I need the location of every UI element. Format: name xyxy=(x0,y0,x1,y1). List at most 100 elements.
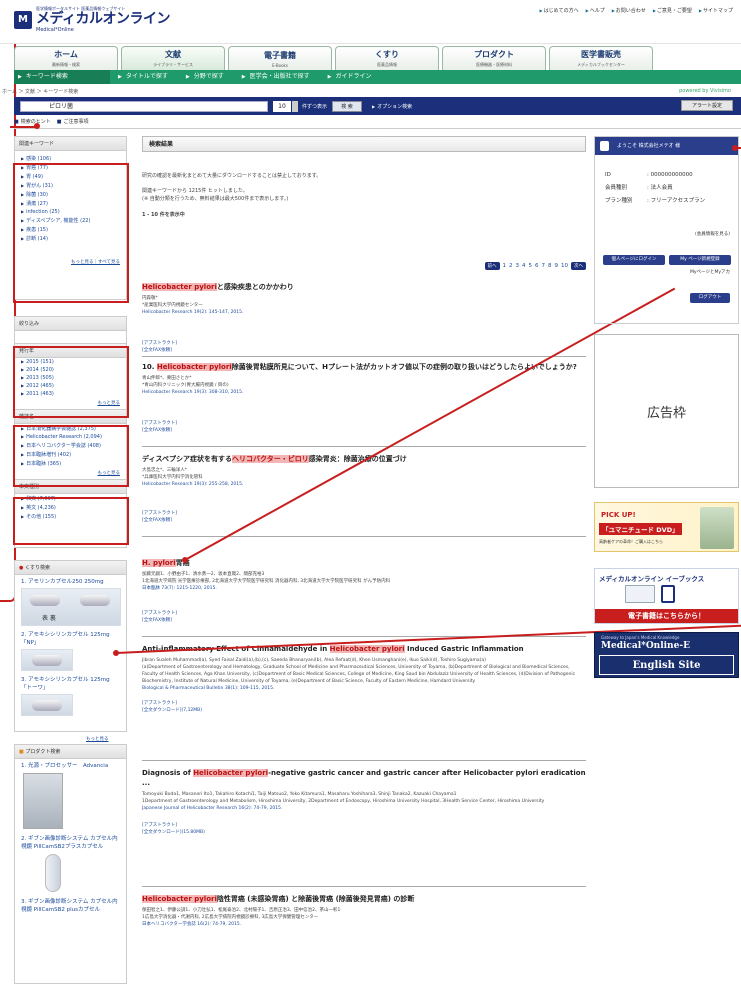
subnav-title[interactable]: タイトルで探す xyxy=(110,70,178,84)
abstract-link[interactable]: [アブストラクト] xyxy=(142,822,586,829)
product-image[interactable] xyxy=(23,773,63,829)
tab-literature[interactable]: 文献 ライブラリ・サービス xyxy=(121,46,225,70)
capsule-icon[interactable] xyxy=(45,854,61,892)
download-link[interactable]: [全文ダウンロード](7,12MB) xyxy=(142,707,586,714)
page-link[interactable]: 5 xyxy=(529,263,533,269)
result-title[interactable]: Diagnosis of Helicobacter pylori-negativ… xyxy=(142,768,586,788)
lock-icon xyxy=(600,141,609,151)
drug-item-name[interactable]: 3. アモキシシリンカプセル 125mg「トーワ」 xyxy=(15,673,126,692)
page-link[interactable]: 3 xyxy=(516,263,520,269)
page-link[interactable]: 6 xyxy=(535,263,539,269)
top-link-sitemap[interactable]: サイトマップ xyxy=(699,7,733,14)
logout-button[interactable]: ログアウト xyxy=(690,293,730,303)
result-source[interactable]: Helicobacter Research 19(2): 145-147, 20… xyxy=(142,309,586,316)
subnav-guideline[interactable]: ガイドライン xyxy=(320,70,382,84)
result-source[interactable]: Japanese Journal of Helicobacter Researc… xyxy=(142,805,586,812)
subnav-keyword[interactable]: キーワード検索 xyxy=(14,70,110,84)
fax-request-link[interactable]: [全文FAX依頼] xyxy=(142,617,586,624)
result-item: H. pylori胃癌 加藤元嗣1、小野由子1、清水勇一2、坂本直哉2、間部克裕… xyxy=(142,558,586,624)
top-link-guide[interactable]: はじめての方へ xyxy=(540,7,579,14)
download-link[interactable]: [全文ダウンロード](15.80MB) xyxy=(142,829,586,836)
per-page-select[interactable]: 10 xyxy=(273,100,291,112)
result-title[interactable]: 10. Helicobacter pylori除菌後胃粘膜所見について、Hプレー… xyxy=(142,362,586,372)
result-source[interactable]: Biological & Pharmaceutical Bulletin 38(… xyxy=(142,685,586,692)
result-item: Helicobacter pyloriと感染疾患とのかかわり 円森敬* *産業医… xyxy=(142,282,586,354)
personal-login-button[interactable]: 個人ページにログイン xyxy=(603,255,665,265)
site-logo[interactable]: M 医学情報ポータルサイト 医薬品情報ウェブサイト メディカルオンライン Med… xyxy=(14,6,171,33)
subnav-society[interactable]: 医学会・出版社で探す xyxy=(234,70,320,84)
top-link-help[interactable]: ヘルプ xyxy=(586,7,605,14)
annotation-box-journals xyxy=(13,425,129,487)
fax-request-link[interactable]: [全文FAX依頼] xyxy=(142,347,586,354)
alert-settings-button[interactable]: アラート設定 xyxy=(681,100,733,111)
product-item-name[interactable]: 3. ギブン画像診断システム カプセル内視鏡 PillCamSB2 plusカプ… xyxy=(15,895,126,914)
divider xyxy=(142,760,586,761)
ad-slot[interactable]: 広告枠 xyxy=(594,334,739,488)
page-link[interactable]: 1 xyxy=(503,263,507,269)
member-row: 会員種別: 法人会員 xyxy=(605,185,673,191)
results-summary-note: (※ 自動分類を行うため、無料結果は最大500件まで表示します。) xyxy=(142,196,289,202)
english-site-banner[interactable]: Gateway to Japan's Medical Knowledge Med… xyxy=(594,632,739,678)
tab-ebooks[interactable]: 電子書籍 E-Books xyxy=(228,46,332,70)
top-link-contact[interactable]: お問い合わせ xyxy=(612,7,646,14)
drug-item-name[interactable]: 2. アモキシシリンカプセル 125mg「NP」 xyxy=(15,628,126,647)
search-hint-link[interactable]: 検索のヒント xyxy=(14,118,51,125)
page-link[interactable]: 9 xyxy=(555,263,559,269)
page-link[interactable]: 8 xyxy=(548,263,552,269)
yumanitude-sub: 高齢者ケアの革命！ご購入はこちら xyxy=(599,539,663,544)
results-note: 研究の確認を最新化まとめて大量にダウンロードすることは禁止しております。 xyxy=(142,173,322,179)
abstract-link[interactable]: [アブストラクト] xyxy=(142,340,586,347)
result-title[interactable]: Helicobacter pylori陰性胃癌 (未感染胃癌) と除菌後胃癌 (… xyxy=(142,894,586,904)
member-detail-link[interactable]: (会員情報を見る) xyxy=(695,231,730,237)
abstract-link[interactable]: [アブストラクト] xyxy=(142,610,586,617)
tab-products[interactable]: プロダクト 医療機器・医療材料 xyxy=(442,46,546,70)
tab-home[interactable]: ホーム 最新情報・検索 xyxy=(14,46,118,70)
page-link[interactable]: 2 xyxy=(509,263,513,269)
caution-link[interactable]: ご注意事項 xyxy=(57,118,88,125)
abstract-link[interactable]: [アブストラクト] xyxy=(142,700,586,707)
top-link-feedback[interactable]: ご意見・ご要望 xyxy=(653,7,692,14)
fax-request-link[interactable]: [全文FAX依頼] xyxy=(142,517,586,524)
pagination: 前へ 1 2 3 4 5 6 7 8 9 10 次へ xyxy=(484,262,586,270)
subnav-field[interactable]: 分野で探す xyxy=(178,70,234,84)
abstract-link[interactable]: [アブストラクト] xyxy=(142,510,586,517)
next-page-button[interactable]: 次へ xyxy=(571,262,586,270)
page-link[interactable]: 10 xyxy=(561,263,568,269)
pickup-label: PICK UP! xyxy=(601,511,636,519)
search-button[interactable]: 検 索 xyxy=(332,100,363,112)
result-source[interactable]: 日本ヘリコバクター学会誌 16(2): 74-79, 2015. xyxy=(142,921,586,928)
tab-drugs[interactable]: くすり 医薬品情報 xyxy=(335,46,439,70)
fax-request-link[interactable]: [全文FAX依頼] xyxy=(142,427,586,434)
tab-bookstore[interactable]: 医学書販売 メディカルブックセンター xyxy=(549,46,653,70)
english-tagline: Gateway to Japan's Medical Knowledge xyxy=(601,635,680,640)
narrow-heading: 絞り込み xyxy=(15,317,126,331)
result-authors: Jibran Sualeh Muhammad(a), Syed Faisal Z… xyxy=(142,658,486,663)
drug-search-panel: ● くすり検索 1. アモリンカプセル250 250mg 表 裏 2. アモキシ… xyxy=(14,560,127,732)
result-item: Anti-inflammatory Effect of Cinnamaldehy… xyxy=(142,644,586,714)
page-link[interactable]: 4 xyxy=(522,263,526,269)
related-keyword-item[interactable]: 感染 (106) xyxy=(15,154,126,163)
drug-image[interactable] xyxy=(21,694,73,716)
search-input[interactable]: ピロリ菌 xyxy=(20,100,268,112)
product-item-name[interactable]: 2. ギブン画像診断システム カプセル内視鏡 PillCamSB2プラスカプセル xyxy=(15,832,126,851)
mypage-register-button[interactable]: My ページ新規登録 xyxy=(669,255,731,265)
divider xyxy=(142,356,586,357)
option-search-link[interactable]: オプション検索 xyxy=(372,103,412,110)
drug-item-name[interactable]: 1. アモリンカプセル250 250mg xyxy=(15,575,126,586)
abstract-link[interactable]: [アブストラクト] xyxy=(142,420,586,427)
result-source[interactable]: 日本臨牀 73(7): 1215-1220, 2015. xyxy=(142,585,586,592)
page-link[interactable]: 7 xyxy=(542,263,546,269)
result-source[interactable]: Helicobacter Research 19(3): 255-258, 20… xyxy=(142,481,586,488)
prev-page-button[interactable]: 前へ xyxy=(484,262,500,270)
per-page-arrow-icon[interactable] xyxy=(292,100,298,112)
result-source[interactable]: Helicobacter Research 19(3): 308-310, 20… xyxy=(142,389,586,396)
result-title[interactable]: H. pylori胃癌 xyxy=(142,558,586,568)
result-title[interactable]: Helicobacter pyloriと感染疾患とのかかわり xyxy=(142,282,586,292)
phone-icon xyxy=(661,585,675,603)
yumanitude-banner[interactable]: PICK UP! 「ユマニチュード DVD」 高齢者ケアの革命！ご購入はこちら xyxy=(594,502,739,552)
drug-image-label: 表 裏 xyxy=(42,615,56,622)
ebooks-banner[interactable]: メディカルオンライン イーブックス 電子書籍はこちらから！ xyxy=(594,568,739,624)
product-item-name[interactable]: 1. 光源・プロセッサー Advancia xyxy=(15,759,126,770)
drug-image[interactable]: 表 裏 xyxy=(21,588,121,626)
drug-image[interactable] xyxy=(21,649,73,671)
